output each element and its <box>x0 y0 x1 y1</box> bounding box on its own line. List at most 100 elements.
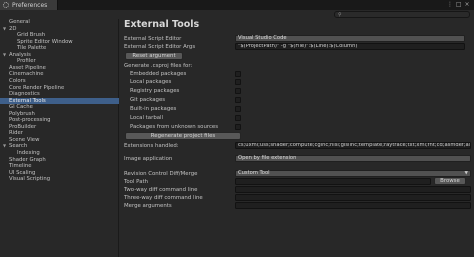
sidebar-item-label: UI Scaling <box>9 169 36 176</box>
gear-icon <box>3 2 9 8</box>
sidebar-item-shader-graph[interactable]: Shader Graph <box>0 157 119 163</box>
checkbox-local-tarball[interactable] <box>235 115 241 121</box>
script-editor-label: External Script Editor <box>124 36 182 42</box>
sidebar-item-visual-scripting[interactable]: Visual Scripting <box>0 176 119 182</box>
checkbox-unknown-sources[interactable] <box>235 124 241 130</box>
checkbox-embedded-packages[interactable] <box>235 71 241 77</box>
sidebar-item-label: Colors <box>9 77 26 84</box>
checkbox-git-packages[interactable] <box>235 97 241 103</box>
extensions-field[interactable]: cs;uxml;uss;shader;compute;cginc;hlsl;gl… <box>235 142 471 149</box>
sidebar-item-grid-brush[interactable]: Grid Brush <box>0 32 119 38</box>
sidebar-item-analysis[interactable]: ▼ Analysis <box>0 52 119 58</box>
sidebar-item-indexing[interactable]: Indexing <box>0 150 119 156</box>
search-row: ⚲ <box>0 10 474 19</box>
three-way-diff-label: Three-way diff command line <box>124 195 203 201</box>
sidebar-item-label: GI Cache <box>9 104 33 111</box>
package-label-builtin: Built-in packages <box>130 106 177 112</box>
sidebar-item-label: Visual Scripting <box>9 176 51 183</box>
sidebar-item-general[interactable]: General <box>0 19 119 25</box>
sidebar-item-2d[interactable]: ▼ 2D <box>0 26 119 32</box>
sidebar-item-external-tools[interactable]: External Tools <box>0 97 119 104</box>
sidebar-item-label: General <box>9 19 30 25</box>
sidebar-item-label: Grid Brush <box>17 32 46 39</box>
generate-csproj-label: Generate .csproj files for: <box>124 63 193 69</box>
expand-arrow-icon[interactable]: ▼ <box>3 26 6 32</box>
merge-arguments-field[interactable] <box>235 202 471 209</box>
script-editor-dropdown[interactable]: Visual Studio Code <box>235 35 465 42</box>
sidebar-item-sprite-editor-window[interactable]: Sprite Editor Window <box>0 39 119 45</box>
package-label-local: Local packages <box>130 79 172 85</box>
sidebar-item-label: Tile Palette <box>17 45 47 52</box>
sidebar-item-label: Asset Pipeline <box>9 64 46 71</box>
package-label-unknown: Packages from unknown sources <box>130 124 219 130</box>
sidebar-item-asset-pipeline[interactable]: Asset Pipeline <box>0 65 119 71</box>
two-way-diff-field[interactable] <box>235 186 471 193</box>
tool-path-field[interactable] <box>235 178 431 185</box>
image-application-dropdown[interactable]: Open by file extension <box>235 155 471 162</box>
script-editor-args-field[interactable]: "$(ProjectPath)" -g "$(File)":$(Line):$(… <box>235 43 465 50</box>
window-controls[interactable]: ⋮ □ × <box>447 1 470 8</box>
package-label-tarball: Local tarball <box>130 115 164 121</box>
sidebar-item-label: Diagnostics <box>9 91 40 98</box>
regenerate-project-files-button[interactable]: Regenerate project files <box>125 132 241 140</box>
script-editor-args-label: External Script Editor Args <box>124 44 196 50</box>
reset-argument-button[interactable]: Reset argument <box>125 52 183 60</box>
sidebar-item-label: Rider <box>9 130 23 137</box>
sidebar-item-label: Shader Graph <box>9 156 46 163</box>
sidebar-item-cinemachine[interactable]: Cinemachine <box>0 71 119 77</box>
sidebar-item-colors[interactable]: Colors <box>0 78 119 84</box>
sidebar-item-label: Analysis <box>9 51 31 58</box>
sidebar-item-probuilder[interactable]: ProBuilder <box>0 124 119 130</box>
script-editor-value: Visual Studio Code <box>238 35 287 41</box>
sidebar-item-label: Profiler <box>17 58 36 65</box>
extensions-label: Extensions handled: <box>124 143 179 149</box>
sidebar-item-label: ProBuilder <box>9 123 37 130</box>
window-title: Preferences <box>12 1 48 9</box>
package-label-registry: Registry packages <box>130 88 180 94</box>
revision-control-value: Custom Tool <box>238 170 270 176</box>
sidebar-item-label: Core Render Pipeline <box>9 84 65 91</box>
search-input[interactable]: ⚲ <box>334 11 470 18</box>
revision-control-dropdown[interactable]: Custom Tool ▼ <box>235 170 471 177</box>
preferences-tab[interactable]: Preferences <box>0 0 58 10</box>
three-way-diff-field[interactable] <box>235 194 471 201</box>
title-bar: Preferences ⋮ □ × <box>0 0 474 10</box>
sidebar-item-timeline[interactable]: Timeline <box>0 163 119 169</box>
checkbox-builtin-packages[interactable] <box>235 106 241 112</box>
preferences-window: Preferences ⋮ □ × ⚲ General ▼ 2D Grid Brush… <box>0 0 474 257</box>
revision-control-label: Revision Control Diff/Merge <box>124 171 198 177</box>
checkbox-registry-packages[interactable] <box>235 88 241 94</box>
package-label-embedded: Embedded packages <box>130 71 187 77</box>
sidebar-item-core-render-pipeline[interactable]: Core Render Pipeline <box>0 85 119 91</box>
search-icon: ⚲ <box>338 12 342 18</box>
page-title: External Tools <box>124 19 200 30</box>
image-application-label: Image application <box>124 156 173 162</box>
expand-arrow-icon[interactable]: ▼ <box>3 143 6 149</box>
merge-arguments-label: Merge arguments <box>124 203 172 209</box>
main-panel: External Tools External Script Editor Vi… <box>120 19 474 257</box>
sidebar-item-rider[interactable]: Rider <box>0 130 119 136</box>
sidebar-item-post-processing[interactable]: Post-processing <box>0 117 119 123</box>
sidebar-item-scene-view[interactable]: Scene View <box>0 137 119 143</box>
sidebar-item-tile-palette[interactable]: Tile Palette <box>0 45 119 51</box>
sidebar-item-label: Cinemachine <box>9 71 44 78</box>
sidebar-item-gi-cache[interactable]: GI Cache <box>0 104 119 110</box>
checkbox-local-packages[interactable] <box>235 79 241 85</box>
sidebar-item-label: Scene View <box>9 136 40 143</box>
package-label-git: Git packages <box>130 97 166 103</box>
sidebar-item-label: Timeline <box>9 163 32 170</box>
chevron-down-icon: ▼ <box>464 171 468 176</box>
sidebar: General ▼ 2D Grid Brush Sprite Editor Window… <box>0 19 119 257</box>
sidebar-item-label: Search <box>9 143 28 150</box>
sidebar-item-profiler[interactable]: Profiler <box>0 58 119 64</box>
sidebar-item-search[interactable]: ▼ Search <box>0 143 119 149</box>
image-application-value: Open by file extension <box>238 155 297 161</box>
sidebar-item-label: Post-processing <box>9 117 51 124</box>
tool-path-label: Tool Path <box>124 179 149 185</box>
sidebar-item-polybrush[interactable]: Polybrush <box>0 111 119 117</box>
browse-button[interactable]: Browse <box>434 177 466 185</box>
sidebar-item-label: Polybrush <box>9 110 35 117</box>
sidebar-item-ui-scaling[interactable]: UI Scaling <box>0 170 119 176</box>
sidebar-item-diagnostics[interactable]: Diagnostics <box>0 91 119 97</box>
expand-arrow-icon[interactable]: ▼ <box>3 52 6 58</box>
